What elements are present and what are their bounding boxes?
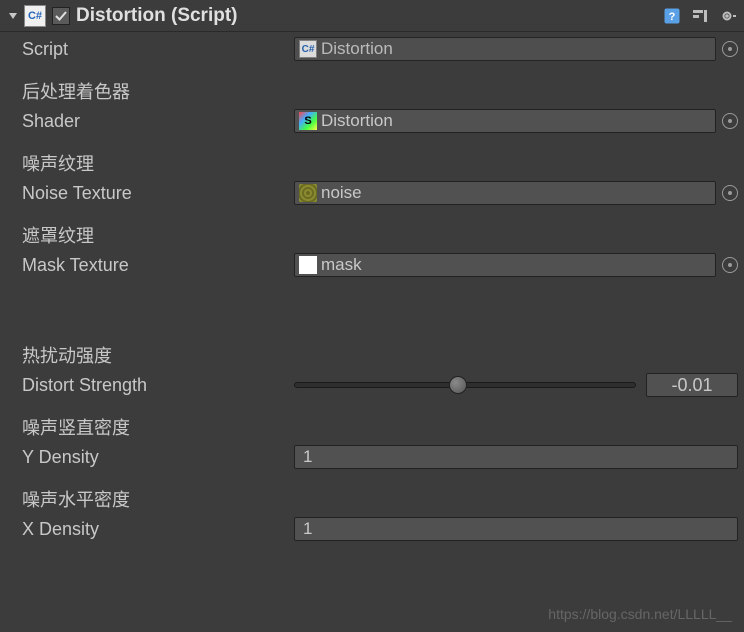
object-picker-icon[interactable] [722,113,738,129]
distort-value-field[interactable]: -0.01 [646,373,738,397]
svg-text:?: ? [669,11,676,23]
mask-value: mask [321,255,362,275]
object-picker-icon[interactable] [722,257,738,273]
mask-row: Mask Texture mask [22,250,738,280]
mask-section-label: 遮罩纹理 [22,220,738,250]
script-value: Distortion [321,39,393,59]
object-picker-icon[interactable] [722,41,738,57]
shader-label: Shader [22,111,294,132]
mask-object-field[interactable]: mask [294,253,716,277]
noise-texture-icon [299,184,317,202]
noise-label: Noise Texture [22,183,294,204]
xdensity-row: X Density 1 [22,514,738,544]
shader-icon: S [299,112,317,130]
shader-value: Distortion [321,111,393,131]
slider-thumb[interactable] [449,376,467,394]
distort-slider[interactable] [294,382,636,388]
shader-row: Shader S Distortion [22,106,738,136]
shader-section-label: 后处理着色器 [22,76,738,106]
cs-icon: C# [299,40,317,58]
help-icon[interactable]: ? [662,6,682,26]
shader-object-field[interactable]: S Distortion [294,109,716,133]
ydensity-label: Y Density [22,447,294,468]
script-label: Script [22,39,294,60]
ydensity-input[interactable]: 1 [294,445,738,469]
noise-value: noise [321,183,362,203]
xdensity-label: X Density [22,519,294,540]
noise-object-field[interactable]: noise [294,181,716,205]
component-title: Distortion (Script) [76,5,662,27]
object-picker-icon[interactable] [722,185,738,201]
distort-section-label: 热扰动强度 [22,340,738,370]
preset-icon[interactable] [690,6,710,26]
mask-texture-icon [299,256,317,274]
distort-row: Distort Strength -0.01 [22,370,738,400]
mask-label: Mask Texture [22,255,294,276]
noise-row: Noise Texture noise [22,178,738,208]
foldout-toggle[interactable] [6,9,20,23]
gear-icon[interactable] [718,6,738,26]
xdensity-input[interactable]: 1 [294,517,738,541]
xdensity-section-label: 噪声水平密度 [22,484,738,514]
ydensity-row: Y Density 1 [22,442,738,472]
noise-section-label: 噪声纹理 [22,148,738,178]
script-object-field[interactable]: C# Distortion [294,37,716,61]
enable-checkbox[interactable] [52,7,70,25]
ydensity-section-label: 噪声竖直密度 [22,412,738,442]
watermark-text: https://blog.csdn.net/LLLLL__ [548,606,732,622]
distort-label: Distort Strength [22,375,294,396]
script-row: Script C# Distortion [22,34,738,64]
component-header: C# Distortion (Script) ? [0,0,744,32]
script-type-icon: C# [24,5,46,27]
